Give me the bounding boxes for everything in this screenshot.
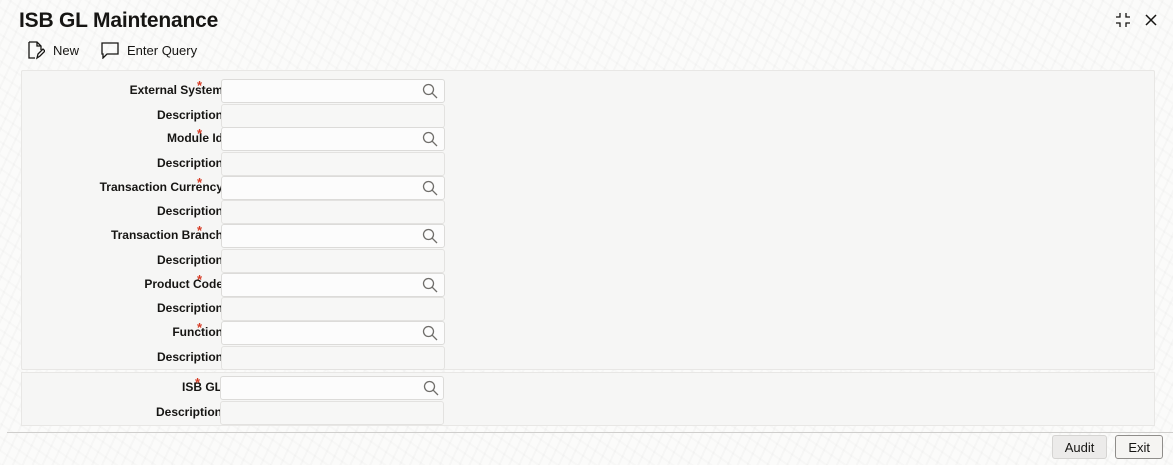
description-label: Description bbox=[156, 204, 223, 218]
external-system-input[interactable] bbox=[221, 79, 445, 103]
description-label: Description bbox=[156, 108, 223, 122]
required-marker: * bbox=[195, 375, 201, 390]
product-code-description-field[interactable] bbox=[221, 297, 445, 321]
isb-gl-row: ISB GL * bbox=[22, 375, 482, 400]
required-marker: * bbox=[197, 320, 203, 335]
description-label: Description bbox=[156, 350, 223, 364]
module-id-label: Module Id bbox=[167, 131, 223, 145]
product-code-input[interactable] bbox=[221, 273, 445, 297]
transaction-branch-row: Transaction Branch * bbox=[22, 223, 482, 248]
enter-query-label: Enter Query bbox=[127, 43, 198, 58]
search-icon[interactable] bbox=[422, 325, 438, 341]
description-label: Description bbox=[156, 253, 223, 267]
isb-gl-label: ISB GL bbox=[181, 380, 222, 394]
required-marker: * bbox=[197, 126, 203, 141]
external-system-description-field[interactable] bbox=[221, 104, 445, 128]
transaction-branch-description-field[interactable] bbox=[221, 249, 445, 273]
new-button[interactable]: New bbox=[27, 41, 79, 60]
transaction-currency-description-row: Description bbox=[22, 200, 482, 224]
isb-gl-panel: ISB GL * Description bbox=[21, 372, 1155, 426]
main-form-panel: External System * Description Module Id … bbox=[21, 70, 1155, 370]
maximize-icon[interactable] bbox=[1113, 10, 1133, 30]
search-icon[interactable] bbox=[422, 277, 438, 293]
window-controls bbox=[1113, 10, 1161, 30]
function-description-field[interactable] bbox=[221, 346, 445, 370]
product-code-label: Product Code bbox=[144, 277, 223, 291]
external-system-row: External System * bbox=[22, 78, 482, 103]
search-icon[interactable] bbox=[422, 83, 438, 99]
search-icon[interactable] bbox=[422, 131, 438, 147]
transaction-currency-label: Transaction Currency bbox=[99, 180, 223, 194]
product-code-row: Product Code * bbox=[22, 272, 482, 297]
page-title: ISB GL Maintenance bbox=[19, 9, 219, 32]
new-label: New bbox=[53, 43, 80, 58]
required-marker: * bbox=[197, 272, 203, 287]
exit-button[interactable]: Exit bbox=[1115, 435, 1163, 459]
function-description-row: Description bbox=[22, 346, 482, 370]
toolbar: New Enter Query bbox=[27, 41, 197, 60]
product-code-description-row: Description bbox=[22, 297, 482, 321]
function-row: Function * bbox=[22, 320, 482, 345]
search-icon[interactable] bbox=[423, 380, 439, 396]
description-label: Description bbox=[155, 405, 222, 419]
module-id-description-field[interactable] bbox=[221, 152, 445, 176]
module-id-row: Module Id * bbox=[22, 126, 482, 151]
isb-gl-description-row: Description bbox=[22, 401, 482, 425]
function-input[interactable] bbox=[221, 321, 445, 345]
audit-button[interactable]: Audit bbox=[1051, 435, 1108, 459]
transaction-currency-row: Transaction Currency * bbox=[22, 175, 482, 200]
external-system-label: External System bbox=[129, 83, 223, 97]
description-label: Description bbox=[156, 156, 223, 170]
required-marker: * bbox=[197, 175, 203, 190]
search-icon[interactable] bbox=[422, 228, 438, 244]
required-marker: * bbox=[197, 223, 203, 238]
speech-bubble-icon bbox=[101, 42, 119, 59]
module-id-input[interactable] bbox=[221, 127, 445, 151]
transaction-branch-input[interactable] bbox=[221, 224, 445, 248]
transaction-branch-description-row: Description bbox=[22, 249, 482, 273]
external-system-description-row: Description bbox=[22, 104, 482, 128]
enter-query-button[interactable]: Enter Query bbox=[101, 42, 197, 59]
module-id-description-row: Description bbox=[22, 152, 482, 176]
new-document-icon bbox=[28, 41, 45, 60]
close-icon[interactable] bbox=[1141, 10, 1161, 30]
transaction-currency-description-field[interactable] bbox=[221, 200, 445, 224]
isb-gl-description-field[interactable] bbox=[220, 401, 444, 425]
search-icon[interactable] bbox=[422, 180, 438, 196]
required-marker: * bbox=[197, 78, 203, 93]
transaction-branch-label: Transaction Branch bbox=[110, 228, 223, 242]
isb-gl-input[interactable] bbox=[220, 376, 444, 400]
transaction-currency-input[interactable] bbox=[221, 176, 445, 200]
description-label: Description bbox=[156, 301, 223, 315]
footer-actions: Audit Exit bbox=[1051, 435, 1163, 459]
footer-divider bbox=[7, 432, 1173, 433]
